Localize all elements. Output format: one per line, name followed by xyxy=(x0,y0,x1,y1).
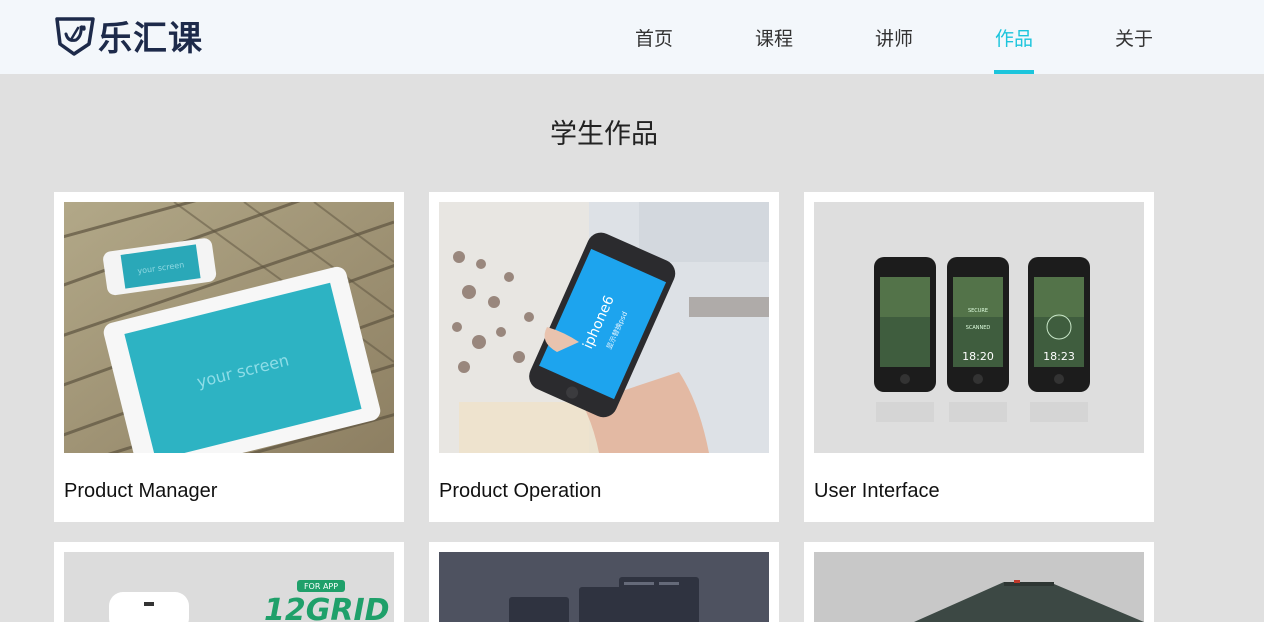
work-card[interactable]: iphone6 显示替换psd Product Operation xyxy=(429,192,779,522)
nav-item-works[interactable]: 作品 xyxy=(984,0,1044,74)
work-card[interactable]: SECURE SCANNED 18:20 18:23 User Interfac… xyxy=(804,192,1154,522)
grid-graphic-badge: FOR APP xyxy=(304,582,338,591)
work-title[interactable]: Product Operation xyxy=(439,480,601,503)
work-card[interactable] xyxy=(804,542,1154,622)
phone-label: SECURE xyxy=(968,308,988,314)
nav-item-home[interactable]: 首页 xyxy=(624,0,684,74)
work-card[interactable]: 12GRID FOR APP xyxy=(54,542,404,622)
brand-logo[interactable]: 乐汇课 xyxy=(54,12,203,59)
work-image: SECURE SCANNED 18:20 18:23 xyxy=(814,202,1144,453)
work-image: iphone6 显示替换psd xyxy=(439,202,769,453)
phone-time: 18:20 xyxy=(962,350,994,363)
work-image: 12GRID FOR APP xyxy=(64,552,394,622)
work-title[interactable]: Product Manager xyxy=(64,480,217,503)
brand-name: 乐汇课 xyxy=(98,18,203,59)
work-card[interactable] xyxy=(429,542,779,622)
top-navbar: 乐汇课 首页 课程 讲师 作品 关于 xyxy=(0,0,1264,74)
phone-label: SCANNED xyxy=(966,325,991,331)
section-title: 学生作品 xyxy=(550,119,658,150)
work-image xyxy=(439,552,769,622)
nav-item-about[interactable]: 关于 xyxy=(1104,0,1164,74)
work-image xyxy=(814,552,1144,622)
nav-item-teachers[interactable]: 讲师 xyxy=(864,0,924,74)
work-title[interactable]: User Interface xyxy=(814,480,940,503)
nav-item-courses[interactable]: 课程 xyxy=(744,0,804,74)
phone-time: 18:23 xyxy=(1043,350,1075,363)
work-image: your screen your screen xyxy=(64,202,394,453)
work-card[interactable]: your screen your screen Product Manager xyxy=(54,192,404,522)
logo-icon xyxy=(55,17,95,56)
